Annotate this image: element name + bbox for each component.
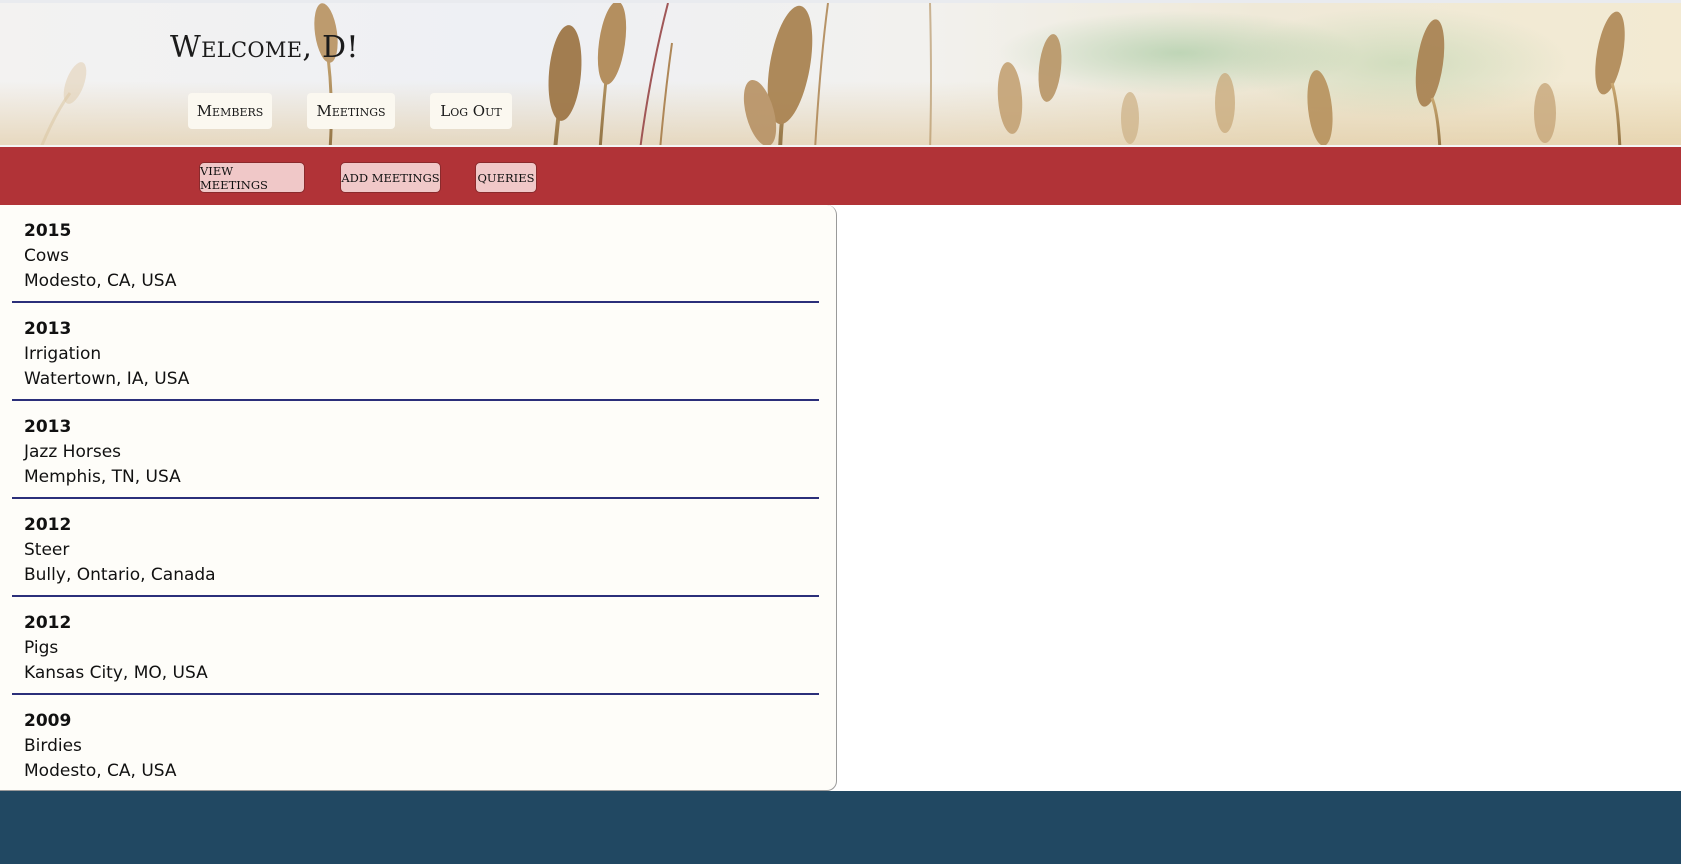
list-item[interactable]: 2013 Irrigation Watertown, IA, USA (12, 303, 819, 401)
meeting-topic: Birdies (24, 736, 82, 756)
nav-logout-button[interactable]: Log Out (430, 93, 512, 129)
meetings-subnav-bar: VIEW MEETINGS ADD MEETINGS QUERIES (0, 147, 1681, 205)
meeting-topic: Jazz Horses (24, 442, 122, 462)
meeting-location: Bully, Ontario, Canada (24, 564, 216, 585)
meeting-year: 2015 (24, 221, 72, 241)
meeting-topic: Pigs (24, 638, 59, 658)
header-banner: Welcome, D! Members Meetings Log Out (0, 0, 1681, 147)
meeting-topic: Irrigation (24, 344, 102, 364)
meeting-location: Memphis, TN, USA (24, 466, 181, 487)
meeting-location: Watertown, IA, USA (24, 368, 190, 389)
meeting-location: Modesto, CA, USA (24, 270, 177, 291)
view-meetings-button[interactable]: VIEW MEETINGS (199, 162, 305, 193)
meeting-year: 2012 (24, 613, 72, 633)
meeting-location: Modesto, CA, USA (24, 760, 177, 781)
add-meetings-button[interactable]: ADD MEETINGS (340, 162, 441, 193)
list-item[interactable]: 2009 Birdies Modesto, CA, USA (12, 695, 819, 790)
welcome-heading: Welcome, D! (170, 30, 359, 65)
meeting-year: 2013 (24, 417, 72, 437)
meeting-topic: Cows (24, 246, 70, 266)
list-item[interactable]: 2015 Cows Modesto, CA, USA (12, 205, 819, 303)
meeting-year: 2012 (24, 515, 72, 535)
list-item[interactable]: 2012 Pigs Kansas City, MO, USA (12, 597, 819, 695)
queries-button[interactable]: QUERIES (475, 162, 537, 193)
list-item[interactable]: 2012 Steer Bully, Ontario, Canada (12, 499, 819, 597)
list-item[interactable]: 2013 Jazz Horses Memphis, TN, USA (12, 401, 819, 499)
nav-members-button[interactable]: Members (188, 93, 272, 129)
page-footer (0, 791, 1681, 864)
meeting-year: 2009 (24, 711, 72, 731)
meeting-topic: Steer (24, 540, 70, 560)
meeting-location: Kansas City, MO, USA (24, 662, 208, 683)
nav-meetings-button[interactable]: Meetings (307, 93, 395, 129)
meeting-year: 2013 (24, 319, 72, 339)
meeting-list: 2015 Cows Modesto, CA, USA 2013 Irrigati… (0, 205, 837, 791)
